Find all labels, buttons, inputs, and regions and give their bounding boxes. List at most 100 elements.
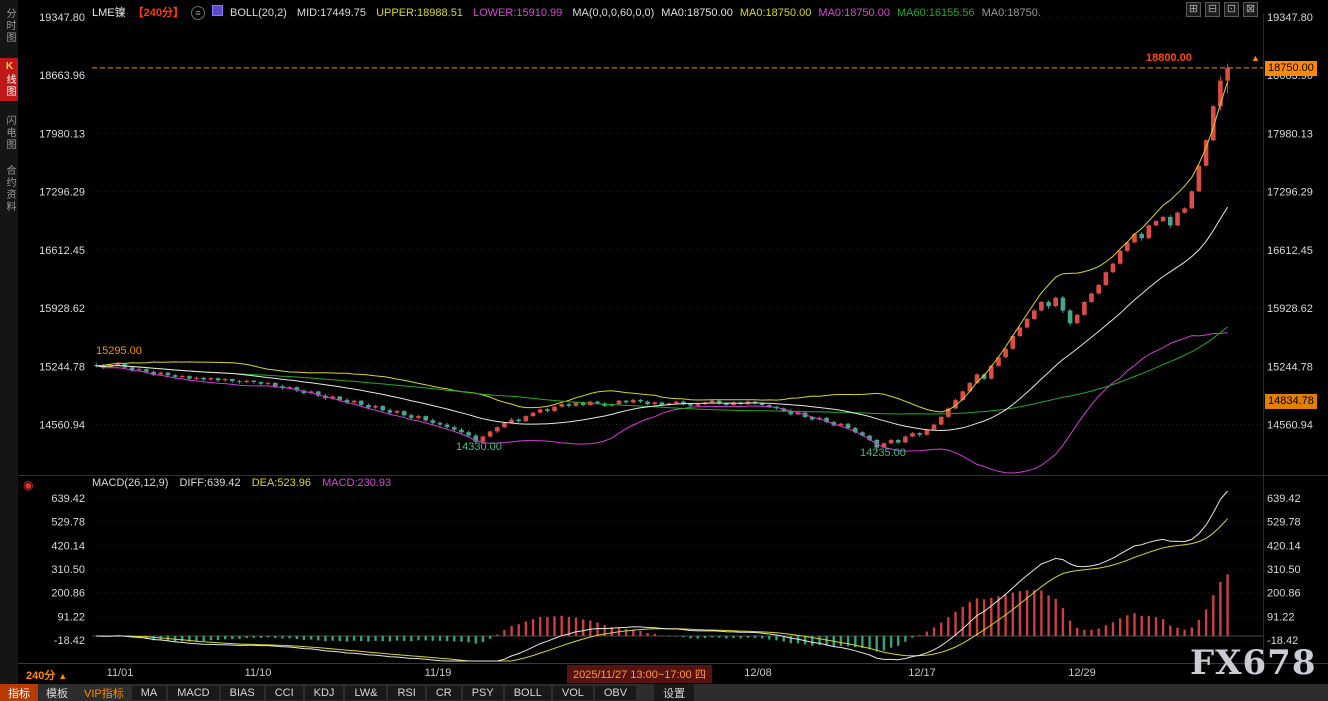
sidebar-tab-kline[interactable]: K线图 — [0, 58, 18, 101]
annotation-low-dec17: 14235.00 — [860, 447, 906, 459]
time-axis-label: 11/10 — [245, 667, 272, 679]
indicator-button-rsi[interactable]: RSI — [388, 686, 424, 700]
price-tick-right: 14560.94 — [1267, 420, 1313, 432]
indicator-button-cci[interactable]: CCI — [266, 686, 303, 700]
price-tick-left: 18663.96 — [39, 70, 85, 82]
price-tick-right: 17980.13 — [1267, 128, 1313, 140]
macd-tick-left: 200.86 — [51, 588, 85, 600]
price-chart-canvas[interactable]: 19347.8019347.8018663.9618663.9617980.13… — [0, 0, 1328, 701]
indicator-button-macd[interactable]: MACD — [168, 686, 218, 700]
boll-upper-line — [96, 82, 1227, 412]
macd-tick-left: 420.14 — [51, 540, 85, 552]
tab-template[interactable]: 模板 — [38, 684, 76, 701]
gridlines — [92, 17, 1263, 640]
macd-hist-value: MACD:230.93 — [322, 477, 391, 489]
selected-candle-time: 2025/11/27 13:00~17:00 四 — [567, 665, 712, 683]
ma-value: MA0:18750.00 — [740, 7, 812, 19]
bottom-toolbar: 指标 模板 VIP指标 MAMACDBIASCCIKDJLW&RSICRPSYB… — [0, 684, 1328, 701]
triangle-up-icon: ▲ — [58, 671, 67, 681]
annotation-early-high: 15295.00 — [96, 345, 142, 357]
ma-group-label: MA(0,0,0,60,0,0) — [572, 7, 654, 19]
period-text: 240分 — [26, 670, 55, 682]
last-price-marker: 18750.00 — [1265, 61, 1317, 76]
ma60-line — [96, 327, 1227, 414]
indicator-button-cr[interactable]: CR — [427, 686, 461, 700]
price-tick-right: 16612.45 — [1267, 245, 1313, 257]
price-tick-right: 15928.62 — [1267, 303, 1313, 315]
macd-tick-left: 310.50 — [51, 564, 85, 576]
ma-value: MA0:18750. — [982, 7, 1041, 19]
indicator-button-lw[interactable]: LW& — [345, 686, 386, 700]
kline-rest: 线图 — [4, 74, 15, 98]
layout-rows-icon[interactable]: ⊟ — [1205, 2, 1220, 17]
candlestick-series — [94, 64, 1230, 453]
price-tick-left: 19347.80 — [39, 12, 85, 24]
ma-value: MA60:16155.56 — [897, 7, 975, 19]
ma-values: MA0:18750.00 MA0:18750.00 MA0:18750.00 MA60… — [661, 7, 1048, 19]
kline-accent: K — [4, 61, 15, 74]
price-tick-right: 17296.29 — [1267, 187, 1313, 199]
ma-value: MA0:18750.00 — [661, 7, 733, 19]
macd-params: MACD(26,12,9) — [92, 477, 168, 489]
indicator-buttons: MAMACDBIASCCIKDJLW&RSICRPSYBOLLVOLOBV — [132, 686, 638, 700]
indicator-button-obv[interactable]: OBV — [595, 686, 636, 700]
price-tick-left: 17296.29 — [39, 187, 85, 199]
layout-grid-icon[interactable]: ⊞ — [1186, 2, 1201, 17]
indicator-button-vol[interactable]: VOL — [553, 686, 593, 700]
macd-tick-right: 529.78 — [1267, 517, 1301, 529]
sidebar-tab-intraday[interactable]: 分时图 — [1, 8, 17, 44]
period-label: 【240分】 — [133, 7, 184, 19]
price-tick-left: 15244.78 — [39, 361, 85, 373]
boll-mid-value: MID:17449.75 — [297, 7, 366, 19]
macd-diff-value: DIFF:639.42 — [179, 477, 240, 489]
ma-value: MA0:18750.00 — [818, 7, 890, 19]
indicator-button-boll[interactable]: BOLL — [505, 686, 551, 700]
time-axis-label: 12/17 — [908, 667, 936, 679]
annotation-low-nov19: 14330.00 — [456, 441, 502, 453]
macd-legend: MACD(26,12,9) DIFF:639.42 DEA:523.96 MAC… — [92, 477, 399, 489]
period-menu-icon[interactable]: ≡ — [191, 6, 205, 20]
reference-price-marker: 14834.78 — [1265, 394, 1317, 409]
period-selector[interactable]: 240分▲ — [26, 667, 67, 683]
macd-settings-icon[interactable]: ◉ — [23, 478, 33, 492]
axis-tick-labels: 19347.8019347.8018663.9618663.9617980.13… — [39, 12, 1313, 647]
price-tick-right: 15244.78 — [1267, 361, 1313, 373]
sidebar-tab-contract-info[interactable]: 合约资料 — [1, 165, 17, 213]
indicator-button-ma[interactable]: MA — [132, 686, 167, 700]
macd-tick-right: 91.22 — [1267, 611, 1295, 623]
boll-upper-value: UPPER:18988.51 — [376, 7, 463, 19]
tab-vip-indicator[interactable]: VIP指标 — [76, 684, 132, 701]
macd-tick-left: 529.78 — [51, 517, 85, 529]
panel-expand-icon[interactable]: ⊠ — [1243, 2, 1258, 17]
macd-tick-left: 91.22 — [57, 611, 85, 623]
brand-watermark: FX678 — [1190, 643, 1317, 683]
annotation-session-high: 18800.00 — [1146, 52, 1192, 64]
macd-tick-right: 310.50 — [1267, 564, 1301, 576]
time-axis-label: 11/01 — [107, 667, 134, 679]
time-axis-label: 12/08 — [744, 667, 772, 679]
trading-app-window: 19347.8019347.8018663.9618663.9617980.13… — [0, 0, 1328, 701]
arrow-up-icon: ▲ — [1251, 53, 1260, 63]
indicator-button-bias[interactable]: BIAS — [221, 686, 264, 700]
macd-tick-right: 639.42 — [1267, 493, 1301, 505]
left-sidebar: 分时图 K线图 闪电图 合约资料 — [0, 0, 18, 701]
macd-tick-right: 420.14 — [1267, 540, 1301, 552]
boll-lower-value: LOWER:15910.99 — [473, 7, 562, 19]
chart-legend: LME镍【240分】 ≡ BOLL(20,2) MID:17449.75 UPPER… — [92, 4, 1055, 20]
time-axis-label: 12/29 — [1068, 667, 1096, 679]
tab-indicator[interactable]: 指标 — [0, 684, 38, 701]
settings-button[interactable]: 设置 — [654, 684, 694, 701]
macd-dea-value: DEA:523.96 — [252, 477, 311, 489]
price-tick-left: 16612.45 — [39, 245, 85, 257]
symbol-name: LME镍 — [92, 7, 126, 19]
indicator-button-kdj[interactable]: KDJ — [305, 686, 344, 700]
boll-label: BOLL(20,2) — [230, 7, 287, 19]
indicator-icon[interactable] — [212, 5, 223, 16]
macd-dea-line — [96, 519, 1227, 661]
time-axis-label: 11/19 — [425, 667, 452, 679]
macd-tick-left: -18.42 — [54, 635, 85, 647]
layout-columns-icon[interactable]: ⊡ — [1224, 2, 1239, 17]
indicator-button-psy[interactable]: PSY — [463, 686, 503, 700]
sidebar-tab-lightning[interactable]: 闪电图 — [1, 115, 17, 151]
price-tick-right: 19347.80 — [1267, 12, 1313, 24]
